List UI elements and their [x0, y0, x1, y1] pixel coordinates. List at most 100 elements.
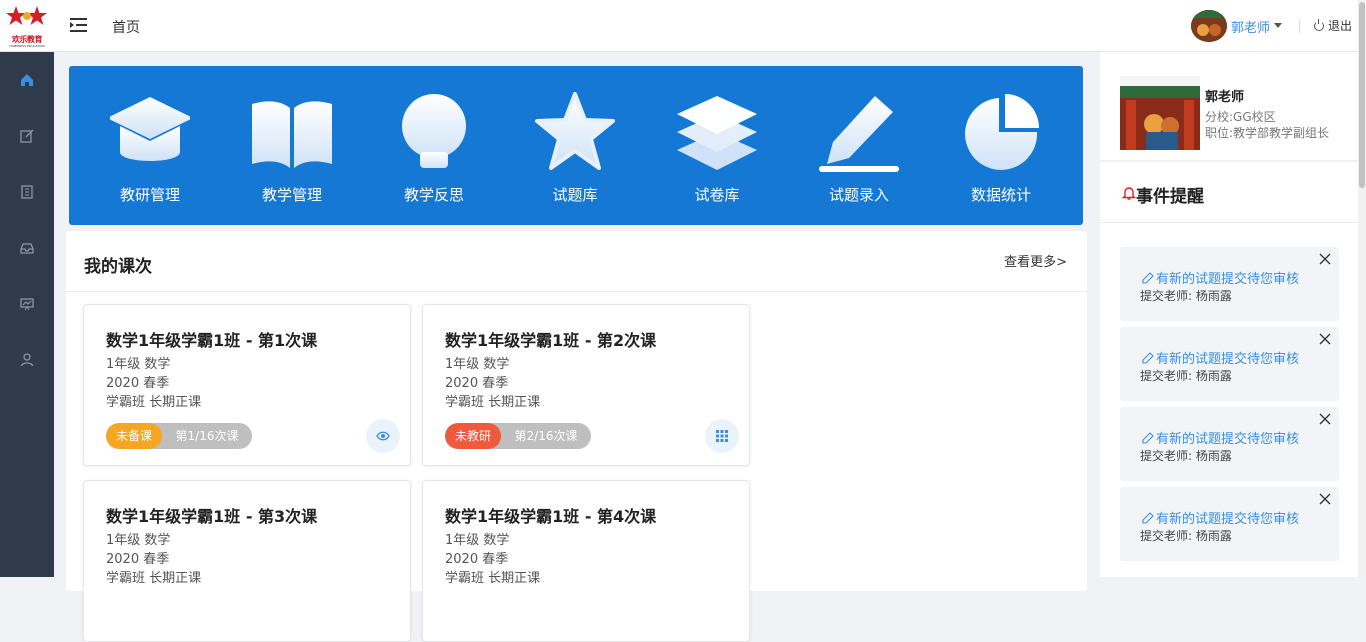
nav-label: 教研管理 — [119, 186, 180, 204]
sidebar-item-presentation[interactable] — [0, 276, 54, 332]
scrollbar[interactable] — [1358, 0, 1366, 577]
event-teacher: 提交老师: 杨雨露 — [1140, 289, 1232, 303]
avatar[interactable] — [1191, 10, 1227, 42]
event-item[interactable]: 有新的试题提交待您审核 提交老师: 杨雨露 — [1120, 487, 1339, 561]
top-bar: 欢乐教育 HAPPINESS EDUCATION 首页 郭老师 退出 — [0, 0, 1366, 52]
sidebar-item-user[interactable] — [0, 332, 54, 388]
edit-icon — [20, 129, 34, 143]
nav-label: 试题库 — [552, 186, 598, 204]
nav-question-bank[interactable]: 试题库 — [515, 66, 635, 225]
event-teacher: 提交老师: 杨雨露 — [1140, 529, 1232, 543]
nav-paper-bank[interactable]: 试卷库 — [657, 66, 777, 225]
lesson-count: 第1/16次课 — [175, 429, 239, 443]
nav-teaching-reflection[interactable]: 教学反思 — [374, 66, 494, 225]
nav-question-entry[interactable]: 试题录入 — [799, 66, 919, 225]
pen-icon — [1142, 352, 1154, 364]
user-icon — [20, 353, 34, 367]
event-link[interactable]: 有新的试题提交待您审核 — [1142, 428, 1299, 447]
chevron-down-icon[interactable] — [1274, 23, 1282, 28]
sidebar-item-inbox[interactable] — [0, 220, 54, 276]
lesson-grade: 1年级 数学 — [445, 357, 510, 372]
close-icon[interactable] — [1319, 493, 1331, 505]
pen-icon — [1142, 512, 1154, 524]
building-icon — [21, 185, 33, 199]
my-lessons-panel: 我的课次 查看更多> 数学1年级学霸1班 - 第1次课 1年级 数学 2020 … — [66, 231, 1087, 642]
nav-research-management[interactable]: 教研管理 — [90, 66, 210, 225]
event-title: 有新的试题提交待您审核 — [1156, 432, 1300, 447]
sidebar — [0, 52, 54, 577]
eye-icon — [376, 431, 390, 441]
lesson-grade: 1年级 数学 — [106, 533, 171, 548]
sidebar-item-building[interactable] — [0, 164, 54, 220]
nav-label: 数据统计 — [970, 186, 1031, 204]
divider — [66, 291, 1087, 292]
profile-photo — [1120, 76, 1200, 150]
grid-icon — [716, 430, 728, 442]
event-link[interactable]: 有新的试题提交待您审核 — [1142, 508, 1299, 527]
home-icon — [21, 74, 33, 86]
lesson-progress-badge: 未教研 第2/16次课 — [445, 423, 591, 449]
lesson-type: 学霸班 长期正课 — [106, 395, 202, 410]
lesson-card[interactable]: 数学1年级学霸1班 - 第1次课 1年级 数学 2020 春季 学霸班 长期正课… — [83, 304, 411, 466]
power-icon — [1314, 19, 1324, 31]
lesson-type: 学霸班 长期正课 — [445, 395, 541, 410]
lesson-grid-button[interactable] — [705, 419, 739, 453]
nav-label: 试题录入 — [828, 186, 889, 204]
star-icon — [535, 92, 615, 170]
lesson-card[interactable]: 数学1年级学霸1班 - 第3次课 1年级 数学 2020 春季 学霸班 长期正课 — [83, 480, 411, 642]
menu-toggle-button[interactable] — [69, 16, 89, 34]
open-book-icon — [252, 101, 332, 168]
section-title: 事件提醒 — [1136, 187, 1204, 207]
pencil-icon — [819, 96, 899, 172]
logo-subtitle: HAPPINESS EDUCATION — [9, 44, 45, 48]
close-icon[interactable] — [1319, 253, 1331, 265]
event-item[interactable]: 有新的试题提交待您审核 提交老师: 杨雨露 — [1120, 407, 1339, 481]
event-teacher: 提交老师: 杨雨露 — [1140, 369, 1232, 383]
event-title: 有新的试题提交待您审核 — [1156, 272, 1300, 287]
lesson-title: 数学1年级学霸1班 - 第2次课 — [445, 331, 657, 350]
section-title: 我的课次 — [84, 257, 152, 277]
event-item[interactable]: 有新的试题提交待您审核 提交老师: 杨雨露 — [1120, 327, 1339, 401]
event-link[interactable]: 有新的试题提交待您审核 — [1142, 268, 1299, 287]
lesson-count: 第2/16次课 — [514, 429, 578, 443]
view-more-link[interactable]: 查看更多> — [1004, 251, 1067, 270]
lesson-card[interactable]: 数学1年级学霸1班 - 第2次课 1年级 数学 2020 春季 学霸班 长期正课… — [422, 304, 750, 466]
lesson-title: 数学1年级学霸1班 - 第3次课 — [106, 507, 318, 526]
nav-label: 教学反思 — [403, 186, 464, 204]
user-name[interactable]: 郭老师 — [1231, 17, 1270, 36]
lesson-title: 数学1年级学霸1班 - 第4次课 — [445, 507, 657, 526]
graduation-cap-icon — [110, 97, 190, 161]
pen-icon — [1142, 272, 1154, 284]
nav-teaching-management[interactable]: 教学管理 — [232, 66, 352, 225]
close-icon[interactable] — [1319, 413, 1331, 425]
event-reminders-panel: 事件提醒 有新的试题提交待您审核 提交老师: 杨雨露 有新的试题提交待您审核 提… — [1100, 162, 1358, 577]
event-item[interactable]: 有新的试题提交待您审核 提交老师: 杨雨露 — [1120, 247, 1339, 321]
lesson-progress-badge: 未备课 第1/16次课 — [106, 423, 252, 449]
sidebar-item-home[interactable] — [0, 52, 54, 108]
indent-icon — [70, 18, 87, 32]
lesson-title: 数学1年级学霸1班 - 第1次课 — [106, 331, 318, 350]
logout-label: 退出 — [1328, 19, 1353, 33]
view-lesson-button[interactable] — [366, 419, 400, 453]
close-icon[interactable] — [1319, 333, 1331, 345]
nav-label: 教学管理 — [261, 186, 322, 204]
sidebar-item-edit[interactable] — [0, 108, 54, 164]
logout-button[interactable]: 退出 — [1314, 17, 1352, 34]
logo[interactable]: 欢乐教育 HAPPINESS EDUCATION — [4, 4, 50, 48]
profile-role: 职位:教学部教学副组长 — [1205, 126, 1330, 140]
nav-data-statistics[interactable]: 数据统计 — [941, 66, 1061, 225]
event-link[interactable]: 有新的试题提交待您审核 — [1142, 348, 1299, 367]
status-badge: 未备课 — [106, 423, 162, 449]
lesson-term: 2020 春季 — [106, 376, 170, 391]
breadcrumb-home[interactable]: 首页 — [112, 17, 140, 37]
lesson-term: 2020 春季 — [445, 376, 509, 391]
divider — [1299, 19, 1300, 33]
scrollbar-thumb[interactable] — [1359, 2, 1365, 188]
pie-chart-icon — [965, 94, 1039, 170]
logo-icon — [6, 6, 47, 25]
lesson-card[interactable]: 数学1年级学霸1班 - 第4次课 1年级 数学 2020 春季 学霸班 长期正课 — [422, 480, 750, 642]
lesson-grade: 1年级 数学 — [445, 533, 510, 548]
bell-icon — [1122, 187, 1136, 200]
lesson-term: 2020 春季 — [106, 552, 170, 567]
inbox-icon — [20, 243, 34, 254]
